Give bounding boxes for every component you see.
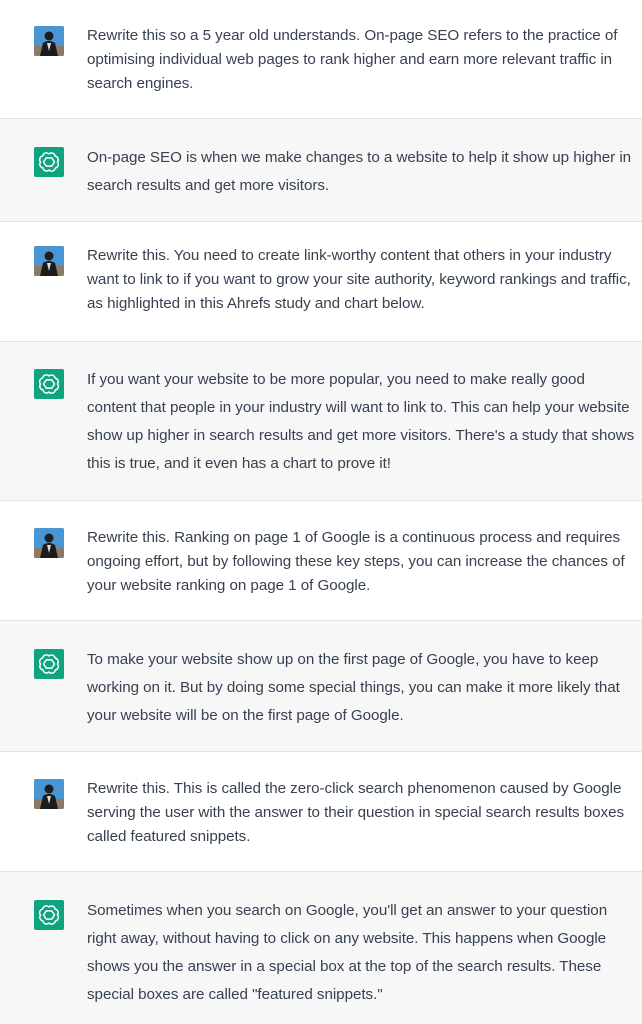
assistant-avatar [34,900,64,930]
assistant-message: On-page SEO is when we make changes to a… [0,119,642,222]
user-message: Rewrite this. This is called the zero-cl… [0,752,642,872]
assistant-message: If you want your website to be more popu… [0,342,642,501]
user-avatar [34,246,64,276]
assistant-avatar [34,147,64,177]
user-avatar [34,528,64,558]
openai-logo-icon [38,905,60,925]
message-text: Sometimes when you search on Google, you… [87,902,608,1003]
user-message: Rewrite this. You need to create link-wo… [0,222,642,342]
message-text: Rewrite this. This is called the zero-cl… [87,780,625,845]
assistant-message: Sometimes when you search on Google, you… [0,872,642,1024]
message-text: Rewrite this. Ranking on page 1 of Googl… [87,529,625,594]
assistant-avatar [34,369,64,399]
user-avatar [34,779,64,809]
user-message: Rewrite this. Ranking on page 1 of Googl… [0,501,642,621]
message-text: Rewrite this. You need to create link-wo… [87,247,631,312]
openai-logo-icon [38,374,60,394]
message-text: On-page SEO is when we make changes to a… [87,149,632,194]
message-text: If you want your website to be more popu… [87,371,635,472]
user-message: Rewrite this so a 5 year old understands… [0,0,642,119]
openai-logo-icon [38,654,60,674]
chat-thread: Rewrite this so a 5 year old understands… [0,0,642,1024]
user-avatar [34,26,64,56]
message-text: To make your website show up on the firs… [87,651,620,724]
assistant-avatar [34,649,64,679]
openai-logo-icon [38,152,60,172]
assistant-message: To make your website show up on the firs… [0,621,642,752]
message-text: Rewrite this so a 5 year old understands… [87,27,618,92]
